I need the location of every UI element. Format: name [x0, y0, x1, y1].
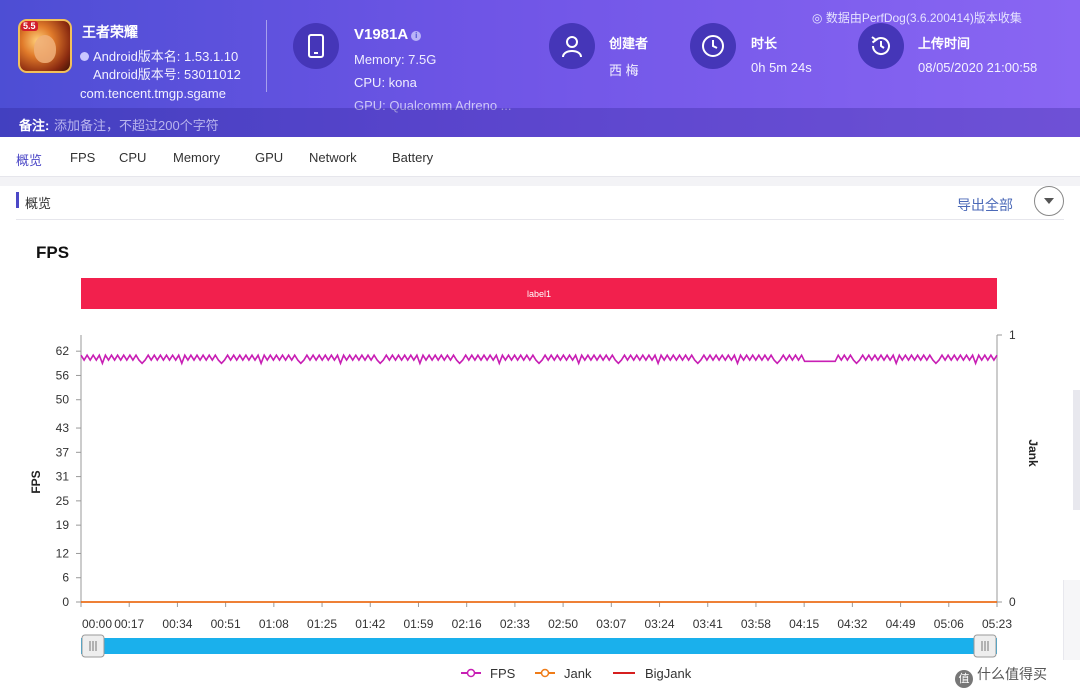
y-tick-label: 50 [56, 393, 70, 407]
x-tick-label: 02:16 [452, 617, 482, 631]
legend-fps[interactable]: FPS [461, 666, 516, 681]
y-tick-label: 37 [56, 445, 70, 459]
watermark-badge-icon: 值 [955, 670, 973, 688]
clock-icon [690, 23, 736, 69]
legend-bigjank[interactable]: BigJank [613, 666, 692, 681]
x-tick-label: 02:33 [500, 617, 530, 631]
user-icon [549, 23, 595, 69]
device-cpu: CPU: kona [354, 75, 417, 90]
range-slider-track[interactable] [81, 638, 997, 654]
series-fps-line [80, 353, 998, 366]
note-input[interactable]: 添加备注，不超过200个字符 [54, 115, 219, 134]
x-tick-label: 01:08 [259, 617, 289, 631]
section-gap [0, 177, 1080, 186]
duration-value: 0h 5m 24s [751, 60, 812, 75]
section-title: 概览 [25, 196, 52, 211]
tab-battery[interactable]: Battery [392, 150, 433, 165]
y-tick-label: 31 [56, 470, 70, 484]
android-icon [80, 52, 89, 61]
x-tick-label: 01:42 [355, 617, 385, 631]
note-bar: 备注: 添加备注，不超过200个字符 [0, 108, 1080, 137]
tab-fps[interactable]: FPS [70, 150, 95, 165]
y2-tick-label: 1 [1009, 328, 1016, 342]
x-ticks: 00:00 00:17 00:34 00:51 01:08 01:25 01:42 01:59… [80, 602, 1012, 631]
device-model: V1981A i [354, 26, 422, 43]
y-axis-label: FPS [29, 470, 43, 493]
header-divider [266, 20, 267, 92]
x-tick-label: 04:49 [886, 617, 916, 631]
x-tick-label: 01:25 [307, 617, 337, 631]
x-tick-label: 03:58 [741, 617, 771, 631]
x-tick-label: 03:07 [596, 617, 626, 631]
export-all-link[interactable]: 导出全部 [957, 195, 1013, 215]
app-icon-tag: 5.5 [21, 21, 38, 31]
x-tick-label: 03:24 [645, 617, 675, 631]
upload-time-label: 上传时间 [918, 36, 971, 51]
x-tick-label: 02:50 [548, 617, 578, 631]
duration-label: 时长 [751, 36, 778, 51]
y-tick-label: 19 [56, 518, 70, 532]
legend-fps-label: FPS [490, 666, 516, 681]
y-tick-label: 62 [56, 344, 70, 358]
collapse-button[interactable] [1034, 186, 1064, 216]
tab-overview[interactable]: 概览 [16, 150, 42, 169]
legend-bigjank-label: BigJank [645, 666, 692, 681]
legend-jank-label: Jank [564, 666, 592, 681]
phone-icon [293, 23, 339, 69]
tab-gpu[interactable]: GPU [255, 150, 283, 165]
x-tick-label: 00:51 [211, 617, 241, 631]
app-icon-art [34, 35, 56, 63]
package-name: com.tencent.tmgp.sgame [80, 86, 226, 101]
tab-bar: 概览 FPS CPU Memory GPU Network Battery [0, 137, 1080, 177]
x-tick-label: 04:32 [837, 617, 867, 631]
y2-ticks: 01 [997, 328, 1016, 609]
x-tick-label: 00:17 [114, 617, 144, 631]
range-slider-left-handle[interactable] [81, 634, 105, 658]
section-divider [16, 219, 1064, 220]
chevron-down-icon [1044, 198, 1054, 204]
y2-axis-label: Jank [1026, 439, 1040, 467]
y-tick-label: 56 [56, 368, 70, 382]
legend-jank[interactable]: Jank [535, 666, 592, 681]
x-tick-label: 00:34 [162, 617, 192, 631]
x-tick-label: 05:23 [982, 617, 1012, 631]
app-name: 王者荣耀 [82, 24, 138, 40]
device-memory: Memory: 7.5G [354, 52, 437, 67]
side-panel-edge [1063, 580, 1080, 660]
android-version-name: Android版本名: 1.53.1.10 [80, 46, 238, 65]
app-icon: 5.5 [18, 19, 72, 73]
x-tick-label: 01:59 [403, 617, 433, 631]
section-marker [16, 192, 19, 208]
x-tick-label: 05:06 [934, 617, 964, 631]
report-header: 5.5 王者荣耀 Android版本名: 1.53.1.10 Android版本… [0, 0, 1080, 137]
y-tick-label: 0 [62, 595, 69, 609]
version-note: ◎ 数据由PerfDog(3.6.200414)版本收集 [812, 11, 1022, 25]
range-slider-right-handle[interactable] [973, 634, 997, 658]
y-tick-label: 6 [62, 571, 69, 585]
watermark: 值什么值得买 [955, 664, 1047, 688]
y2-tick-label: 0 [1009, 595, 1016, 609]
android-version-code: Android版本号: 53011012 [93, 67, 241, 82]
x-tick-label: 00:00 [82, 617, 112, 631]
x-tick-label: 04:15 [789, 617, 819, 631]
tab-cpu[interactable]: CPU [119, 150, 146, 165]
y-ticks: 0 6 12 19 25 31 37 43 50 56 62 [56, 344, 81, 609]
upload-time-value: 08/05/2020 21:00:58 [918, 60, 1038, 75]
label-band-text: label1 [527, 289, 551, 299]
y-tick-label: 25 [56, 494, 70, 508]
x-tick-label: 03:41 [693, 617, 723, 631]
y-tick-label: 43 [56, 421, 70, 435]
creator-value: 西 梅 [609, 63, 639, 78]
tab-memory[interactable]: Memory [173, 150, 220, 165]
info-circle-icon: ◎ [812, 11, 826, 25]
y-tick-label: 12 [56, 546, 70, 560]
fps-chart: label1 06121925313743505662 01 00:00 00:1… [29, 278, 1040, 681]
info-icon[interactable]: i [411, 31, 422, 41]
creator-label: 创建者 [609, 36, 649, 51]
history-icon [858, 23, 904, 69]
tab-network[interactable]: Network [309, 150, 357, 165]
page-scrollbar[interactable] [1073, 390, 1080, 510]
note-label: 备注: [19, 118, 50, 133]
